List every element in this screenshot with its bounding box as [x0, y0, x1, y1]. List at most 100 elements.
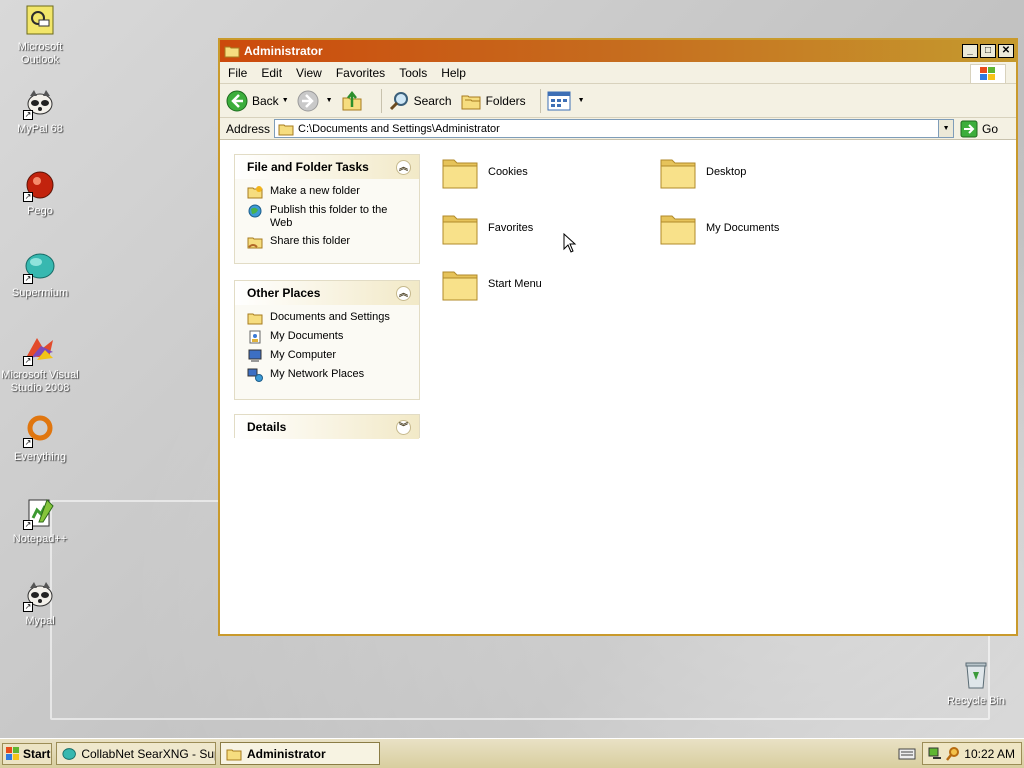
everything-icon: ↗ — [23, 414, 57, 448]
address-bar: Address C:\Documents and Settings\Admini… — [220, 118, 1016, 140]
forward-button[interactable]: ▼ — [297, 90, 333, 112]
collapse-chevron-icon[interactable]: ︽ — [396, 159, 411, 175]
expand-chevron-icon[interactable]: ︾ — [396, 419, 411, 435]
place-network[interactable]: My Network Places — [247, 368, 411, 382]
system-tray: 10:22 AM — [922, 742, 1022, 765]
minimize-button[interactable]: _ — [962, 44, 978, 58]
collapse-chevron-icon[interactable]: ︽ — [396, 285, 411, 301]
desktop-icon-label: Pego — [27, 205, 53, 217]
menu-file[interactable]: File — [228, 66, 247, 80]
place-documents-settings[interactable]: Documents and Settings — [247, 311, 411, 325]
place-my-computer[interactable]: My Computer — [247, 349, 411, 363]
desktop-icon-mypal68[interactable]: ↗ MyPal 68 — [0, 86, 80, 136]
desktop-icon-label: Mypal — [25, 615, 55, 627]
folders-button[interactable]: Folders — [460, 90, 526, 112]
dropdown-arrow-icon[interactable]: ▼ — [282, 97, 289, 104]
task-make-folder[interactable]: Make a new folder — [247, 185, 411, 199]
up-folder-button[interactable] — [341, 90, 367, 112]
folder-item-my-documents[interactable]: My Documents — [658, 206, 868, 250]
address-label: Address — [226, 121, 271, 136]
address-dropdown-button[interactable]: ▼ — [938, 120, 954, 137]
folder-item-desktop[interactable]: Desktop — [658, 150, 868, 194]
desktop-icon-outlook[interactable]: Microsoft Outlook — [0, 4, 80, 67]
taskbar-item-searxng[interactable]: CollabNet SearXNG - Sup... — [56, 742, 216, 765]
panel-header[interactable]: File and Folder Tasks ︽ — [235, 155, 419, 179]
menu-help[interactable]: Help — [441, 66, 466, 80]
folder-icon — [660, 159, 696, 189]
folder-icon — [224, 46, 240, 58]
start-button[interactable]: Start — [2, 743, 52, 765]
share-folder-icon — [247, 237, 263, 249]
content-area: File and Folder Tasks ︽ Make a new folde… — [220, 140, 1016, 634]
panel-title: Other Places — [247, 286, 321, 300]
menu-edit[interactable]: Edit — [261, 66, 282, 80]
keyboard-icon[interactable] — [898, 747, 916, 761]
desktop-icon-label: Microsoft Outlook — [17, 41, 63, 66]
desktop-icon-mypal[interactable]: ↗ Mypal — [0, 578, 80, 628]
menu-bar: File Edit View Favorites Tools Help — [220, 62, 1016, 84]
visual-studio-icon: ↗ — [23, 332, 57, 366]
pego-icon: ↗ — [23, 168, 57, 202]
task-share-folder[interactable]: Share this folder — [247, 235, 411, 249]
go-button[interactable]: Go — [960, 120, 998, 138]
maximize-button[interactable]: □ — [980, 44, 996, 58]
taskbar-item-administrator[interactable]: Administrator — [220, 742, 380, 765]
views-icon — [547, 91, 571, 110]
outlook-icon — [23, 4, 57, 38]
file-folder-tasks-panel: File and Folder Tasks ︽ Make a new folde… — [234, 154, 420, 264]
desktop-icon-notepadpp[interactable]: ↗ Notepad++ — [0, 496, 80, 546]
panel-header[interactable]: Details ︾ — [235, 415, 419, 439]
back-arrow-icon — [226, 90, 248, 111]
recycle-bin-icon — [959, 658, 993, 692]
panel-header[interactable]: Other Places ︽ — [235, 281, 419, 305]
panel-title: Details — [247, 420, 287, 434]
shortcut-arrow-icon: ↗ — [23, 110, 33, 120]
task-publish-web[interactable]: Publish this folder to the Web — [247, 204, 411, 230]
menu-tools[interactable]: Tools — [399, 66, 427, 80]
views-button[interactable]: ▼ — [547, 91, 585, 111]
dropdown-arrow-icon[interactable]: ▼ — [326, 97, 333, 104]
network-tray-icon[interactable] — [927, 746, 943, 762]
folder-icon — [442, 159, 478, 189]
folders-icon — [461, 95, 481, 109]
desktop-icon-recycle-bin[interactable]: Recycle Bin — [936, 658, 1016, 708]
menu-favorites[interactable]: Favorites — [336, 66, 385, 80]
desktop-icon-supermium[interactable]: ↗ Supermium — [0, 250, 80, 300]
search-button[interactable]: Search — [388, 90, 452, 112]
back-button[interactable]: Back ▼ — [226, 90, 289, 112]
search-label: Search — [413, 93, 452, 108]
folder-item-start-menu[interactable]: Start Menu — [440, 262, 650, 306]
folder-icon — [442, 215, 478, 245]
notepadpp-icon: ↗ — [23, 496, 57, 530]
shortcut-arrow-icon: ↗ — [23, 274, 33, 284]
shortcut-arrow-icon: ↗ — [23, 438, 33, 448]
folder-item-cookies[interactable]: Cookies — [440, 150, 650, 194]
folder-icon — [660, 215, 696, 245]
panel-title: File and Folder Tasks — [247, 160, 369, 174]
search-tray-icon[interactable] — [945, 746, 961, 762]
desktop-icon-label: Microsoft Visual Studio 2008 — [1, 369, 79, 394]
shortcut-arrow-icon: ↗ — [23, 602, 33, 612]
menu-view[interactable]: View — [296, 66, 322, 80]
folder-icon — [226, 749, 242, 760]
place-my-documents[interactable]: My Documents — [247, 330, 411, 344]
address-input[interactable]: C:\Documents and Settings\Administrator … — [274, 119, 955, 138]
desktop-icon-visual-studio[interactable]: ↗ Microsoft Visual Studio 2008 — [0, 332, 80, 395]
desktop-icon-label: Supermium — [11, 287, 69, 299]
desktop-icon-label: Everything — [14, 451, 66, 463]
toolbar-separator — [539, 88, 541, 113]
shortcut-arrow-icon: ↗ — [23, 192, 33, 202]
desktop-icon-label: MyPal 68 — [17, 123, 63, 135]
up-folder-icon — [342, 90, 362, 110]
close-button[interactable]: ✕ — [998, 44, 1014, 58]
window-titlebar[interactable]: Administrator _ □ ✕ — [220, 40, 1016, 62]
search-icon — [389, 91, 408, 110]
mouse-cursor-icon — [563, 233, 577, 253]
dropdown-arrow-icon[interactable]: ▼ — [578, 97, 585, 104]
taskbar: Start CollabNet SearXNG - Sup... Adminis… — [0, 738, 1024, 768]
desktop-icon-pego[interactable]: ↗ Pego — [0, 168, 80, 218]
raccoon-icon: ↗ — [23, 578, 57, 612]
forward-arrow-icon — [297, 90, 319, 111]
desktop-icon-everything[interactable]: ↗ Everything — [0, 414, 80, 464]
folder-item-favorites[interactable]: Favorites — [440, 206, 650, 250]
